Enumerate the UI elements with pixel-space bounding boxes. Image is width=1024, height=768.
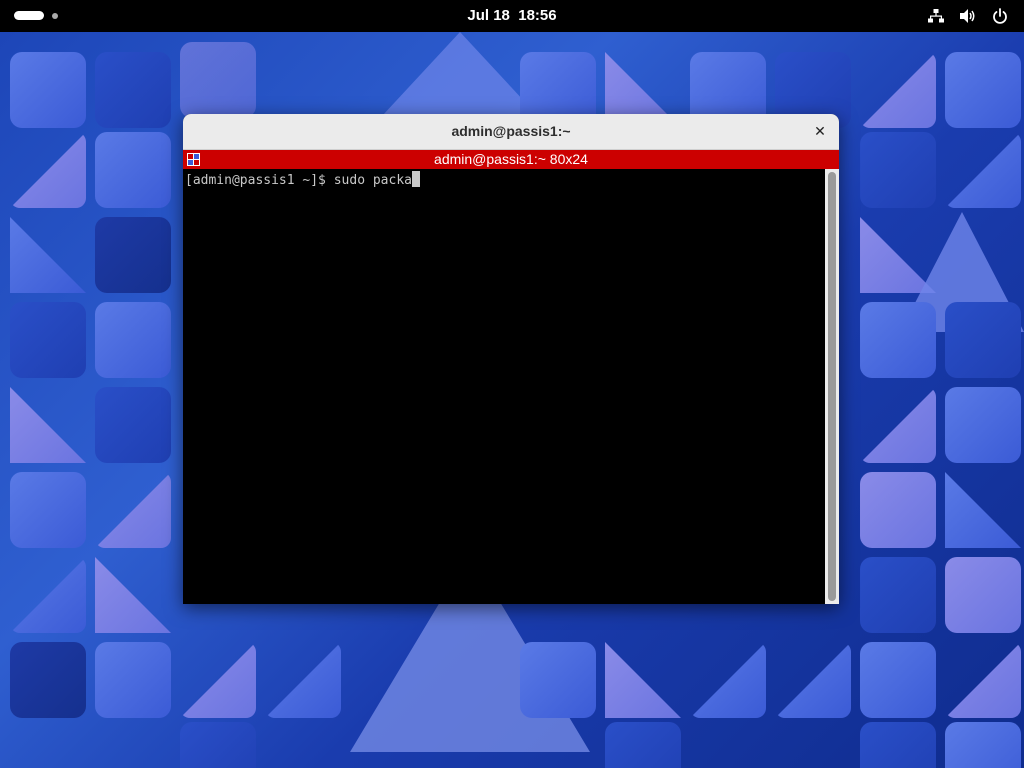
close-button[interactable]: ✕ (809, 121, 831, 143)
wallpaper-tile (605, 722, 681, 768)
power-icon[interactable] (990, 6, 1010, 26)
wallpaper-tile (95, 132, 171, 208)
network-icon[interactable] (926, 6, 946, 26)
wallpaper-tile (10, 387, 86, 463)
scrollbar-thumb[interactable] (828, 172, 836, 601)
wallpaper-tile (10, 557, 86, 633)
wallpaper-tile (95, 557, 171, 633)
wallpaper-tile (775, 642, 851, 718)
wallpaper-tile (95, 302, 171, 378)
wallpaper-tile (180, 722, 256, 768)
terminal-content[interactable]: [admin@passis1 ~]$ sudo packa (183, 169, 839, 604)
wallpaper-tile (945, 387, 1021, 463)
wallpaper-tile (265, 642, 341, 718)
clock-time: 18:56 (518, 7, 557, 24)
wallpaper-tile (860, 132, 936, 208)
system-tray[interactable] (926, 6, 1010, 26)
wallpaper-tile (10, 52, 86, 128)
wallpaper-tile (860, 217, 936, 293)
text-cursor (412, 171, 420, 187)
wallpaper-tile (95, 217, 171, 293)
wallpaper-tile (605, 642, 681, 718)
wallpaper-tile (945, 642, 1021, 718)
wallpaper-tile (95, 52, 171, 128)
wallpaper-tile (180, 642, 256, 718)
terminal-prompt: [admin@passis1 ~]$ (185, 173, 334, 188)
top-bar: Jul 18 18:56 (0, 0, 1024, 32)
window-title: admin@passis1:~ (451, 123, 571, 139)
wallpaper-tile (860, 302, 936, 378)
wallpaper-tile (860, 52, 936, 128)
volume-icon[interactable] (958, 6, 978, 26)
wallpaper-tile (945, 52, 1021, 128)
wallpaper-tile (10, 472, 86, 548)
wallpaper-tile (95, 642, 171, 718)
wallpaper-tile (945, 132, 1021, 208)
window-headerbar[interactable]: admin@passis1:~ ✕ (183, 114, 839, 150)
clock-date: Jul 18 (467, 7, 510, 24)
terminal-line: [admin@passis1 ~]$ sudo packa (185, 171, 420, 190)
wallpaper-tile (95, 387, 171, 463)
wallpaper-tile (860, 722, 936, 768)
terminal-tab[interactable]: admin@passis1:~ 80x24 (183, 150, 839, 169)
close-icon: ✕ (814, 124, 826, 140)
wallpaper-tile (945, 722, 1021, 768)
wallpaper-tile (690, 642, 766, 718)
activities-button[interactable] (14, 11, 58, 20)
wallpaper-tile (10, 302, 86, 378)
wallpaper-tile (520, 642, 596, 718)
tab-title: admin@passis1:~ 80x24 (434, 151, 588, 167)
wallpaper-tile (10, 642, 86, 718)
workspace-indicator-active (14, 11, 44, 20)
wallpaper-tile (860, 387, 936, 463)
terminal-command: sudo packa (333, 173, 412, 188)
clock: Jul 18 18:56 (0, 7, 1024, 24)
wallpaper-tile (945, 302, 1021, 378)
wallpaper-tile (860, 557, 936, 633)
clock-button[interactable]: Jul 18 18:56 (467, 7, 556, 24)
wallpaper-tile (180, 42, 256, 118)
scrollbar[interactable] (825, 169, 839, 604)
terminal-window[interactable]: admin@passis1:~ ✕ admin@passis1:~ 80x24 … (183, 114, 839, 604)
wallpaper-tile (10, 132, 86, 208)
wallpaper-tile (95, 472, 171, 548)
wallpaper-tile (945, 557, 1021, 633)
wallpaper-tile (860, 472, 936, 548)
workspace-indicator-dot (52, 12, 58, 19)
wallpaper-tile (860, 642, 936, 718)
wallpaper-tile (10, 217, 86, 293)
wallpaper-tile (945, 472, 1021, 548)
